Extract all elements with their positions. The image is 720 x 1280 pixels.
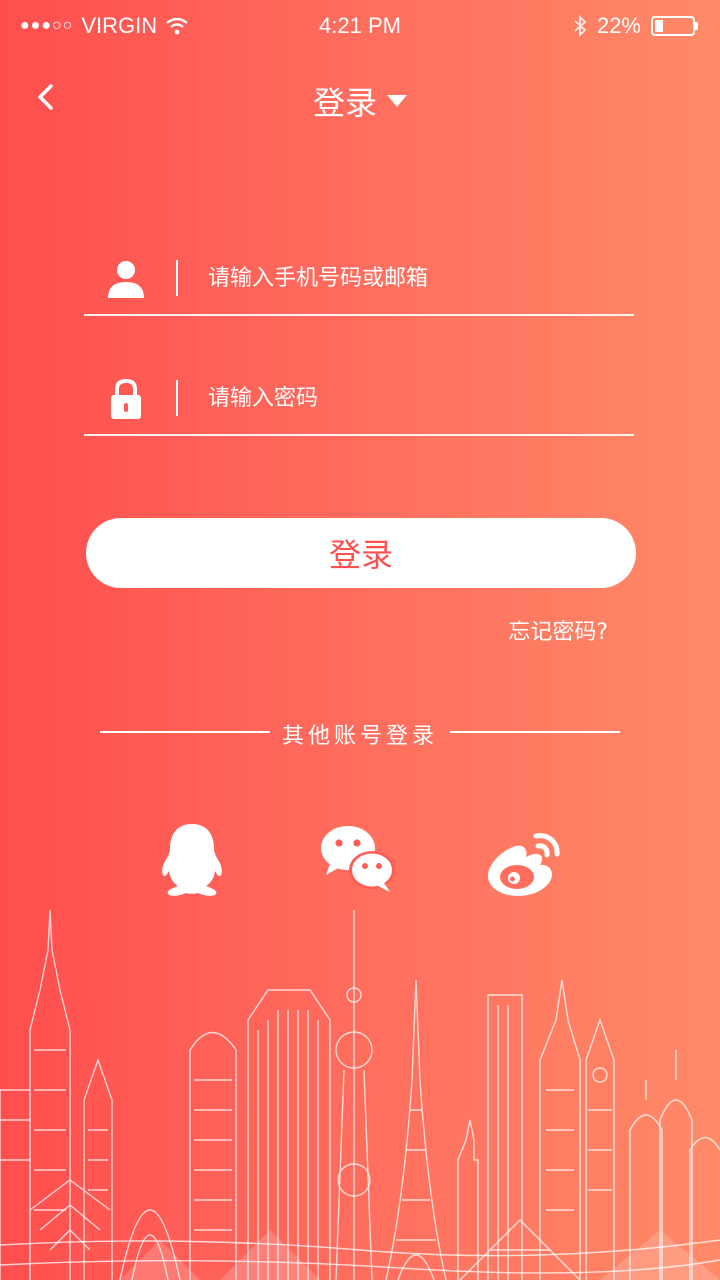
- battery-fill: [655, 20, 663, 32]
- battery-tip: [695, 22, 698, 30]
- caret-down-icon: [387, 95, 407, 107]
- other-login-label: 其他账号登录: [281, 724, 438, 749]
- weibo-login-button[interactable]: [484, 820, 564, 900]
- other-login-divider: 其他账号登录: [100, 714, 620, 750]
- field-divider: [176, 260, 178, 296]
- user-icon: [108, 261, 144, 298]
- account-field: [84, 246, 634, 316]
- qq-login-button[interactable]: [152, 820, 232, 900]
- battery-icon: [651, 16, 698, 36]
- account-input[interactable]: [208, 254, 618, 302]
- password-input[interactable]: [208, 374, 618, 422]
- status-bar: ●●●○○ VIRGIN 4:21 PM 22%: [0, 0, 720, 52]
- field-divider: [176, 380, 178, 416]
- bluetooth-icon: [574, 14, 587, 38]
- divider-line-right: [450, 731, 620, 733]
- login-button[interactable]: 登录: [86, 518, 636, 588]
- city-skyline-illustration: [0, 910, 720, 1280]
- wechat-login-button[interactable]: [318, 820, 398, 900]
- forgot-password-link[interactable]: 忘记密码?: [508, 614, 608, 646]
- lock-icon: [111, 378, 141, 419]
- qq-icon: [162, 824, 222, 896]
- weibo-icon: [488, 833, 560, 896]
- wechat-icon: [321, 826, 395, 892]
- password-field: [84, 366, 634, 436]
- battery-body: [651, 16, 695, 36]
- battery-percent: 22%: [596, 13, 641, 38]
- status-right: 22%: [573, 13, 698, 39]
- title-switcher[interactable]: 登录: [0, 78, 720, 124]
- page-title: 登录: [312, 84, 377, 122]
